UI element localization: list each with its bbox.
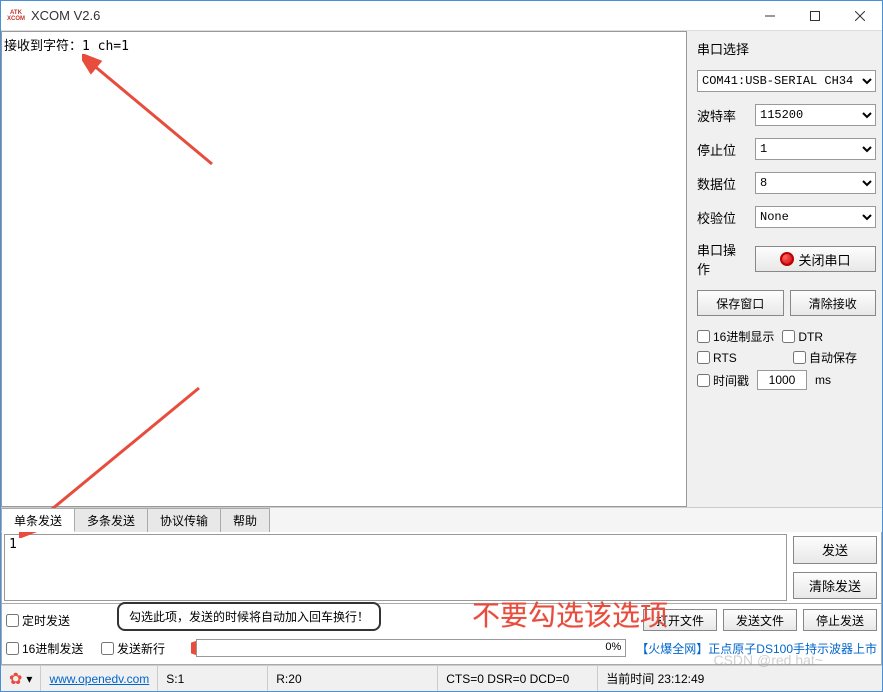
dropdown-icon: ▾: [26, 672, 32, 686]
promo-prefix: 【火爆全网】: [636, 642, 708, 656]
settings-panel: 串口选择 COM41:USB-SERIAL CH34 波特率 115200 停止位…: [687, 31, 882, 507]
send-button[interactable]: 发送: [793, 536, 877, 564]
tabs-bar: 单条发送 多条发送 协议传输 帮助: [1, 508, 882, 532]
hex-send-checkbox[interactable]: 16进制发送: [6, 640, 91, 657]
parity-selector[interactable]: None: [755, 206, 876, 228]
close-button[interactable]: [837, 1, 882, 30]
serial-status-icon: [780, 252, 794, 266]
timed-send-checkbox[interactable]: 定时发送: [6, 612, 91, 629]
status-time-value: 23:12:49: [658, 672, 705, 686]
stopbit-selector[interactable]: 1: [755, 138, 876, 160]
clear-receive-button[interactable]: 清除接收: [790, 290, 877, 316]
port-selector[interactable]: COM41:USB-SERIAL CH34: [697, 70, 876, 92]
send-newline-checkbox[interactable]: 发送新行: [101, 640, 186, 657]
databit-label: 数据位: [697, 174, 747, 193]
send-file-button[interactable]: 发送文件: [723, 609, 797, 631]
status-time-label: 当前时间: [606, 670, 654, 687]
newline-tooltip: 勾选此项，发送的时候将自动加入回车换行！: [117, 602, 381, 631]
baud-selector[interactable]: 115200: [755, 104, 876, 126]
receive-text: 接收到字符：1 ch=1: [4, 35, 129, 54]
tab-protocol[interactable]: 协议传输: [147, 508, 221, 532]
hex-display-checkbox[interactable]: 16进制显示: [697, 328, 774, 345]
stopbit-label: 停止位: [697, 140, 747, 159]
send-progress-bar: 0%: [196, 639, 626, 657]
status-signals: CTS=0 DSR=0 DCD=0: [438, 666, 598, 691]
serial-op-label: 串口操作: [697, 240, 747, 278]
tab-multi-send[interactable]: 多条发送: [74, 508, 148, 532]
receive-textarea[interactable]: 接收到字符：1 ch=1: [1, 31, 687, 507]
tab-help[interactable]: 帮助: [220, 508, 270, 532]
rts-checkbox[interactable]: RTS: [697, 351, 785, 365]
toggle-serial-button[interactable]: 关闭串口: [755, 246, 876, 272]
timestamp-unit: ms: [815, 373, 831, 387]
tab-single-send[interactable]: 单条发送: [1, 508, 75, 532]
timestamp-checkbox[interactable]: 时间戳: [697, 372, 749, 389]
promo-link[interactable]: 正点原子DS100手持示波器上市: [708, 642, 877, 656]
status-sent: S:1: [158, 666, 268, 691]
stop-send-button[interactable]: 停止发送: [803, 609, 877, 631]
open-file-button[interactable]: 打开文件: [643, 609, 717, 631]
clear-send-button[interactable]: 清除发送: [793, 572, 877, 600]
serial-section-title: 串口选择: [697, 39, 876, 58]
vendor-link[interactable]: www.openedv.com: [49, 672, 149, 686]
status-bar: ✿▾ www.openedv.com S:1 R:20 CTS=0 DSR=0 …: [1, 665, 882, 691]
window-title: XCOM V2.6: [31, 8, 747, 23]
status-received: R:20: [268, 666, 438, 691]
databit-selector[interactable]: 8: [755, 172, 876, 194]
minimize-button[interactable]: [747, 1, 792, 30]
gear-icon: ✿: [9, 669, 22, 689]
send-textarea[interactable]: 1: [4, 534, 787, 601]
timestamp-interval-input[interactable]: [757, 370, 807, 390]
status-settings[interactable]: ✿▾: [1, 666, 41, 691]
maximize-button[interactable]: [792, 1, 837, 30]
parity-label: 校验位: [697, 208, 747, 227]
dtr-checkbox[interactable]: DTR: [782, 330, 823, 344]
save-window-button[interactable]: 保存窗口: [697, 290, 784, 316]
baud-label: 波特率: [697, 106, 747, 125]
app-logo: ATKXCOM: [7, 7, 25, 25]
titlebar: ATKXCOM XCOM V2.6: [1, 1, 882, 31]
autosave-checkbox[interactable]: 自动保存: [793, 349, 857, 366]
